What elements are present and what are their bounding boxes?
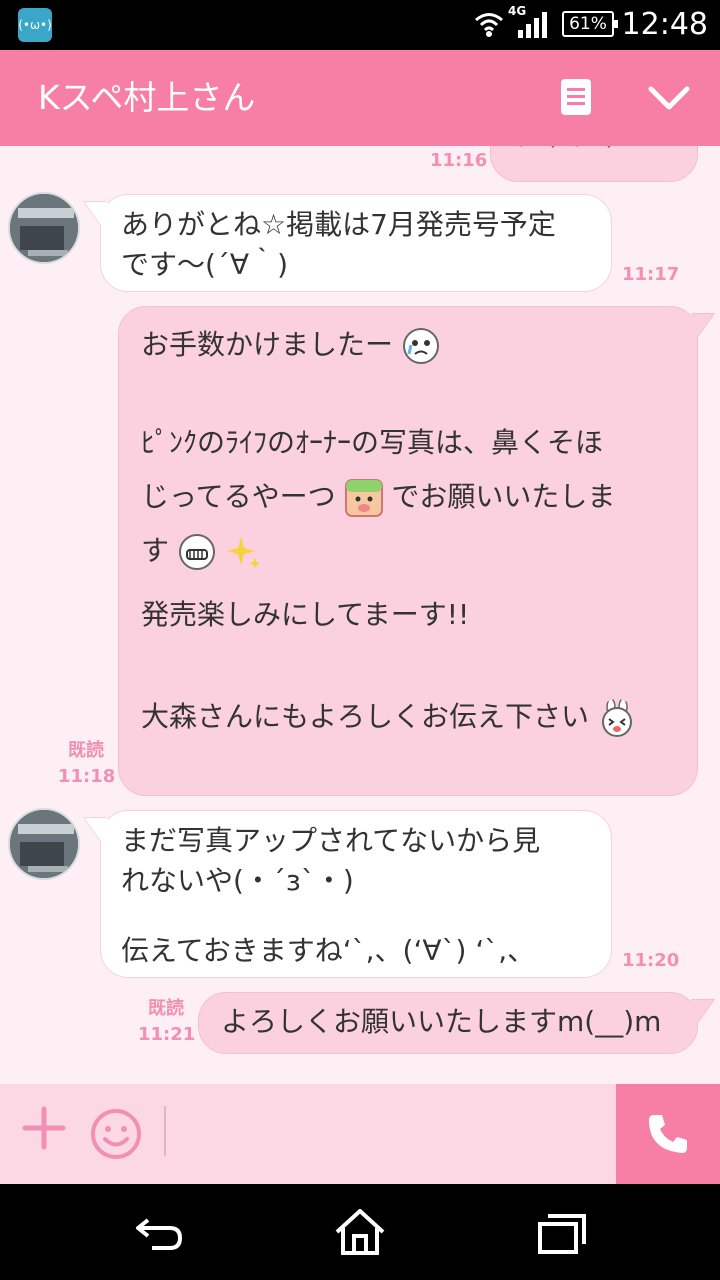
message-time: 11:16 xyxy=(430,150,488,171)
message-bubble-outgoing[interactable]: よろしくお願いいたしますm(__)m xyxy=(198,992,716,1054)
message-text: 大森さんにもよろしくお伝え下さい xyxy=(141,700,590,733)
crying-face-icon xyxy=(402,328,439,364)
message-text: れないや(・´з`・) xyxy=(121,864,354,897)
message-text: じってるやーつ xyxy=(141,480,336,513)
message-input[interactable] xyxy=(170,1094,610,1174)
chevron-down-icon[interactable] xyxy=(648,84,690,112)
phone-icon xyxy=(649,1115,687,1153)
back-icon[interactable] xyxy=(134,1212,186,1252)
grinning-face-icon xyxy=(178,534,215,570)
notes-icon[interactable] xyxy=(560,78,592,116)
message-text: よろしくお願いいたしますm(__)m xyxy=(221,1005,662,1038)
recents-icon[interactable] xyxy=(536,1212,588,1256)
wifi-icon xyxy=(475,13,503,37)
message-text: いやいや xyxy=(511,146,677,157)
message-text: 伝えておきますね‘`,、(‘∀`) ‘`,、 xyxy=(121,934,536,967)
character-sticker-icon xyxy=(344,479,383,517)
message-time: 11:18 xyxy=(58,766,116,787)
message-text: です〜(´∀｀) xyxy=(121,248,289,281)
message-text: まだ写真アップされてないから見 xyxy=(121,824,541,857)
system-nav-bar xyxy=(0,1184,720,1280)
chat-header: Kスペ村上さん xyxy=(0,50,720,146)
signal-icon xyxy=(518,12,547,38)
message-text: でお願いいたしま xyxy=(391,480,616,513)
chat-title[interactable]: Kスペ村上さん xyxy=(38,76,255,120)
message-bubble-incoming[interactable]: ありがとね☆掲載は7月発売号予定 です〜(´∀｀) xyxy=(82,194,612,292)
clock: 12:48 xyxy=(621,7,708,42)
avatar[interactable] xyxy=(8,808,80,880)
battery-level: 61% xyxy=(569,14,607,34)
message-text: ﾋﾟﾝｸのﾗｲﾌのｵｰﾅｰの写真は、鼻くそほ xyxy=(141,426,604,459)
battery-icon: 61% xyxy=(562,11,618,37)
message-time: 11:17 xyxy=(622,264,680,285)
status-bar: (•ω•) 4G 61% 12:48 xyxy=(0,0,720,50)
message-time: 11:20 xyxy=(622,950,680,971)
message-text: す xyxy=(141,534,170,567)
message-input-bar xyxy=(0,1084,720,1184)
message-bubble-outgoing[interactable]: いやいや xyxy=(490,146,698,182)
input-divider xyxy=(164,1106,166,1156)
read-receipt: 既読 xyxy=(148,998,184,1019)
avatar[interactable] xyxy=(8,192,80,264)
message-text: ありがとね☆掲載は7月発売号予定 xyxy=(121,208,556,241)
sparkles-icon xyxy=(226,537,261,570)
plus-icon[interactable] xyxy=(22,1106,66,1150)
app-notification-icon: (•ω•) xyxy=(18,8,52,42)
read-receipt: 既読 xyxy=(68,740,104,761)
home-icon[interactable] xyxy=(334,1208,386,1256)
smile-icon[interactable] xyxy=(90,1108,142,1160)
message-bubble-outgoing[interactable]: お手数かけましたー ﾋﾟﾝｸのﾗｲﾌのｵｰﾅｰの写真は、鼻くそほ じってるやーつ… xyxy=(118,306,716,796)
chat-messages[interactable]: いやいや 11:16 ありがとね☆掲載は7月発売号予定 です〜(´∀｀) 11:… xyxy=(0,146,720,1084)
message-text: お手数かけましたー xyxy=(141,328,394,361)
message-bubble-incoming[interactable]: まだ写真アップされてないから見 れないや(・´з`・) 伝えておきますね‘`,、… xyxy=(82,810,612,978)
call-button[interactable] xyxy=(616,1084,720,1184)
message-text: 発売楽しみにしてまーす!! xyxy=(141,598,470,631)
bunny-face-icon xyxy=(601,699,632,737)
message-time: 11:21 xyxy=(138,1024,196,1045)
